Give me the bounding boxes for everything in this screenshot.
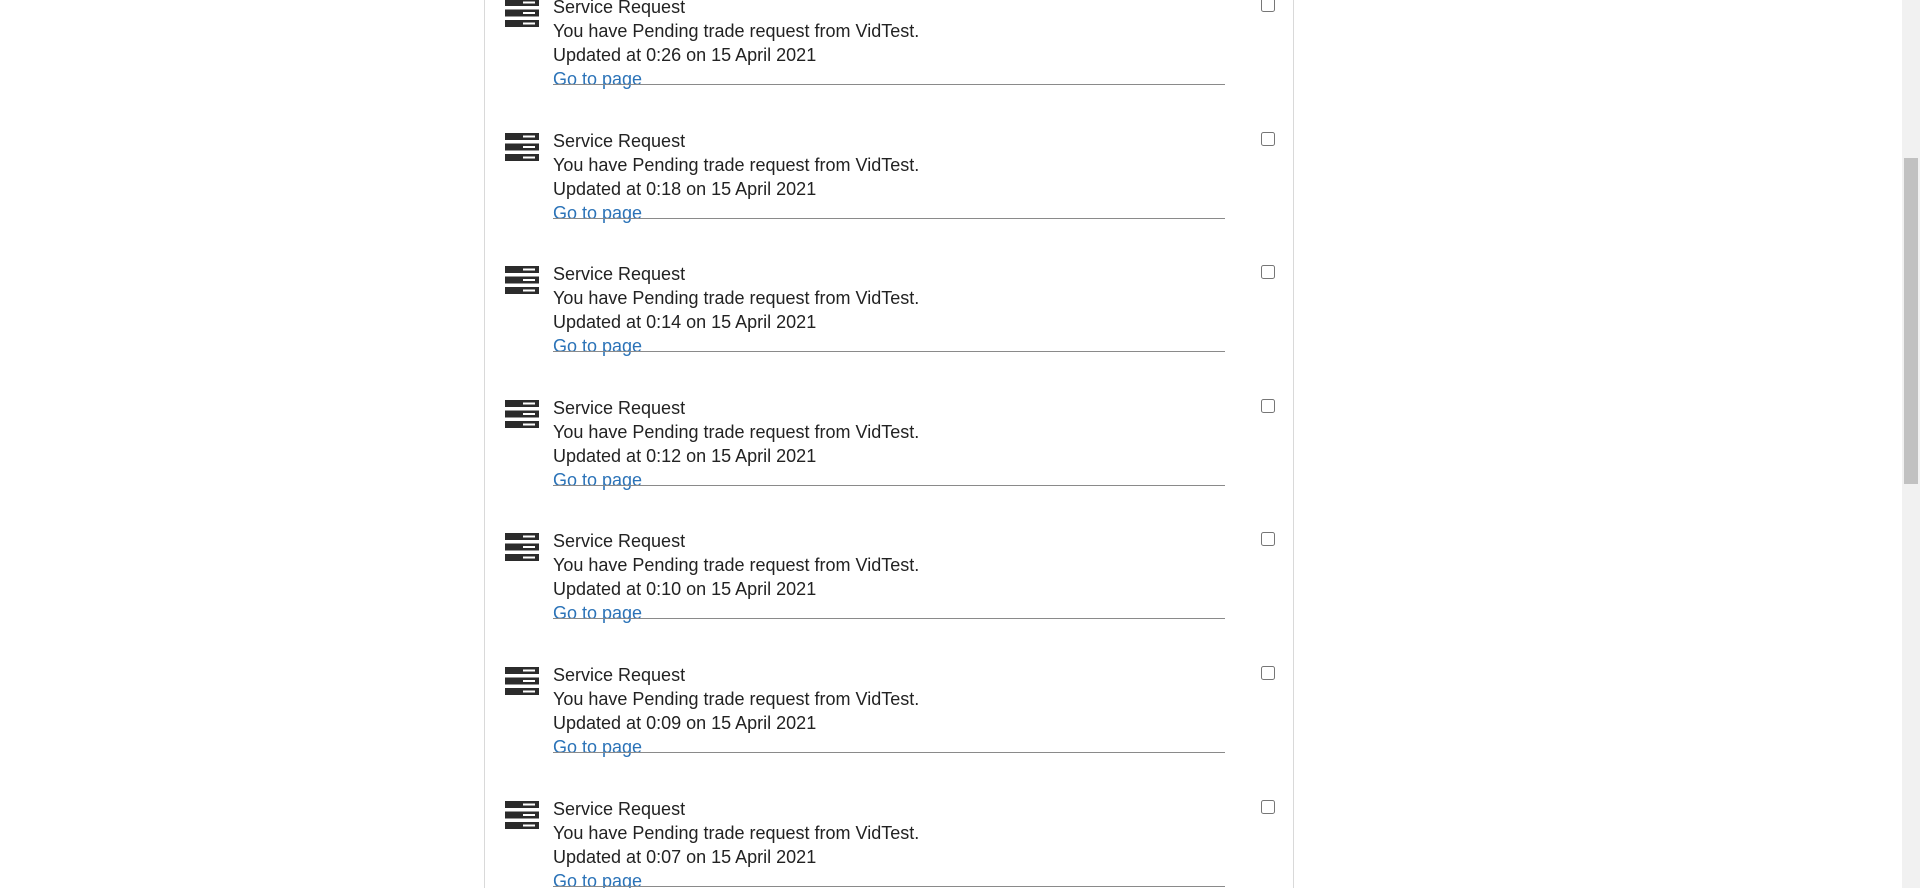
notification-message: You have Pending trade request from VidT… — [553, 154, 920, 175]
notification-body: Service Request You have Pending trade r… — [553, 797, 1225, 888]
notification-title: Service Request — [553, 397, 686, 418]
notification-body: Service Request You have Pending trade r… — [553, 529, 1225, 625]
item-divider — [553, 351, 1225, 353]
notification-timestamp: Updated at 0:10 on 15 April 2021 — [553, 579, 817, 600]
server-stack-icon — [505, 0, 539, 27]
notification-checkbox[interactable] — [1261, 532, 1275, 547]
notification-timestamp: Updated at 0:07 on 15 April 2021 — [553, 846, 817, 867]
go-to-page-link[interactable]: Go to page — [553, 201, 642, 225]
go-to-page-link[interactable]: Go to page — [553, 735, 642, 759]
notification-body: Service Request You have Pending trade r… — [553, 663, 1225, 759]
notification-timestamp: Updated at 0:14 on 15 April 2021 — [553, 312, 817, 333]
notification-checkbox[interactable] — [1261, 0, 1275, 12]
notification-title: Service Request — [553, 798, 686, 819]
notification-timestamp: Updated at 0:09 on 15 April 2021 — [553, 712, 817, 733]
server-stack-icon — [505, 533, 539, 562]
notification-message: You have Pending trade request from VidT… — [553, 21, 920, 41]
notification-checkbox[interactable] — [1261, 265, 1275, 280]
page-scrollbar[interactable] — [1902, 0, 1920, 888]
notification-title: Service Request — [553, 0, 686, 17]
notification-message: You have Pending trade request from VidT… — [553, 288, 920, 309]
notification-list: Service Request You have Pending trade r… — [485, 0, 1293, 888]
go-to-page-link[interactable]: Go to page — [553, 468, 642, 492]
item-divider — [553, 751, 1225, 753]
notification-message: You have Pending trade request from VidT… — [553, 555, 920, 576]
server-stack-icon — [505, 266, 539, 295]
notification-checkbox[interactable] — [1261, 799, 1275, 814]
notification-item: Service Request You have Pending trade r… — [485, 111, 1293, 245]
page-viewport: Service Request You have Pending trade r… — [0, 0, 1920, 888]
notification-item: Service Request You have Pending trade r… — [485, 511, 1293, 645]
notification-title: Service Request — [553, 664, 686, 685]
item-divider — [553, 217, 1225, 219]
notification-item: Service Request You have Pending trade r… — [485, 0, 1293, 111]
notification-checkbox[interactable] — [1261, 131, 1275, 146]
notification-title: Service Request — [553, 130, 686, 151]
notification-title: Service Request — [553, 264, 686, 285]
notification-timestamp: Updated at 0:12 on 15 April 2021 — [553, 445, 817, 466]
notification-timestamp: Updated at 0:26 on 15 April 2021 — [553, 45, 817, 65]
server-stack-icon — [505, 399, 539, 428]
notification-timestamp: Updated at 0:18 on 15 April 2021 — [553, 178, 817, 199]
notification-body: Service Request You have Pending trade r… — [553, 262, 1225, 358]
notification-item: Service Request You have Pending trade r… — [485, 645, 1293, 779]
item-divider — [553, 484, 1225, 486]
notification-body: Service Request You have Pending trade r… — [553, 396, 1225, 492]
item-divider — [553, 84, 1225, 85]
notification-item: Service Request You have Pending trade r… — [485, 779, 1293, 888]
item-divider — [553, 885, 1225, 887]
server-stack-icon — [505, 132, 539, 161]
server-stack-icon — [505, 800, 539, 829]
notification-item: Service Request You have Pending trade r… — [485, 378, 1293, 512]
item-divider — [553, 618, 1225, 620]
notification-title: Service Request — [553, 531, 686, 552]
notification-checkbox[interactable] — [1261, 398, 1275, 413]
notification-message: You have Pending trade request from VidT… — [553, 822, 920, 843]
notification-body: Service Request You have Pending trade r… — [553, 0, 1225, 91]
notification-checkbox[interactable] — [1261, 665, 1275, 680]
notification-body: Service Request You have Pending trade r… — [553, 129, 1225, 225]
notification-message: You have Pending trade request from VidT… — [553, 688, 920, 709]
go-to-page-link[interactable]: Go to page — [553, 67, 642, 91]
notification-item: Service Request You have Pending trade r… — [485, 244, 1293, 378]
server-stack-icon — [505, 666, 539, 695]
notifications-panel: Service Request You have Pending trade r… — [484, 0, 1294, 888]
scrollbar-thumb[interactable] — [1904, 158, 1918, 484]
notification-message: You have Pending trade request from VidT… — [553, 421, 920, 442]
go-to-page-link[interactable]: Go to page — [553, 601, 642, 625]
go-to-page-link[interactable]: Go to page — [553, 334, 642, 358]
